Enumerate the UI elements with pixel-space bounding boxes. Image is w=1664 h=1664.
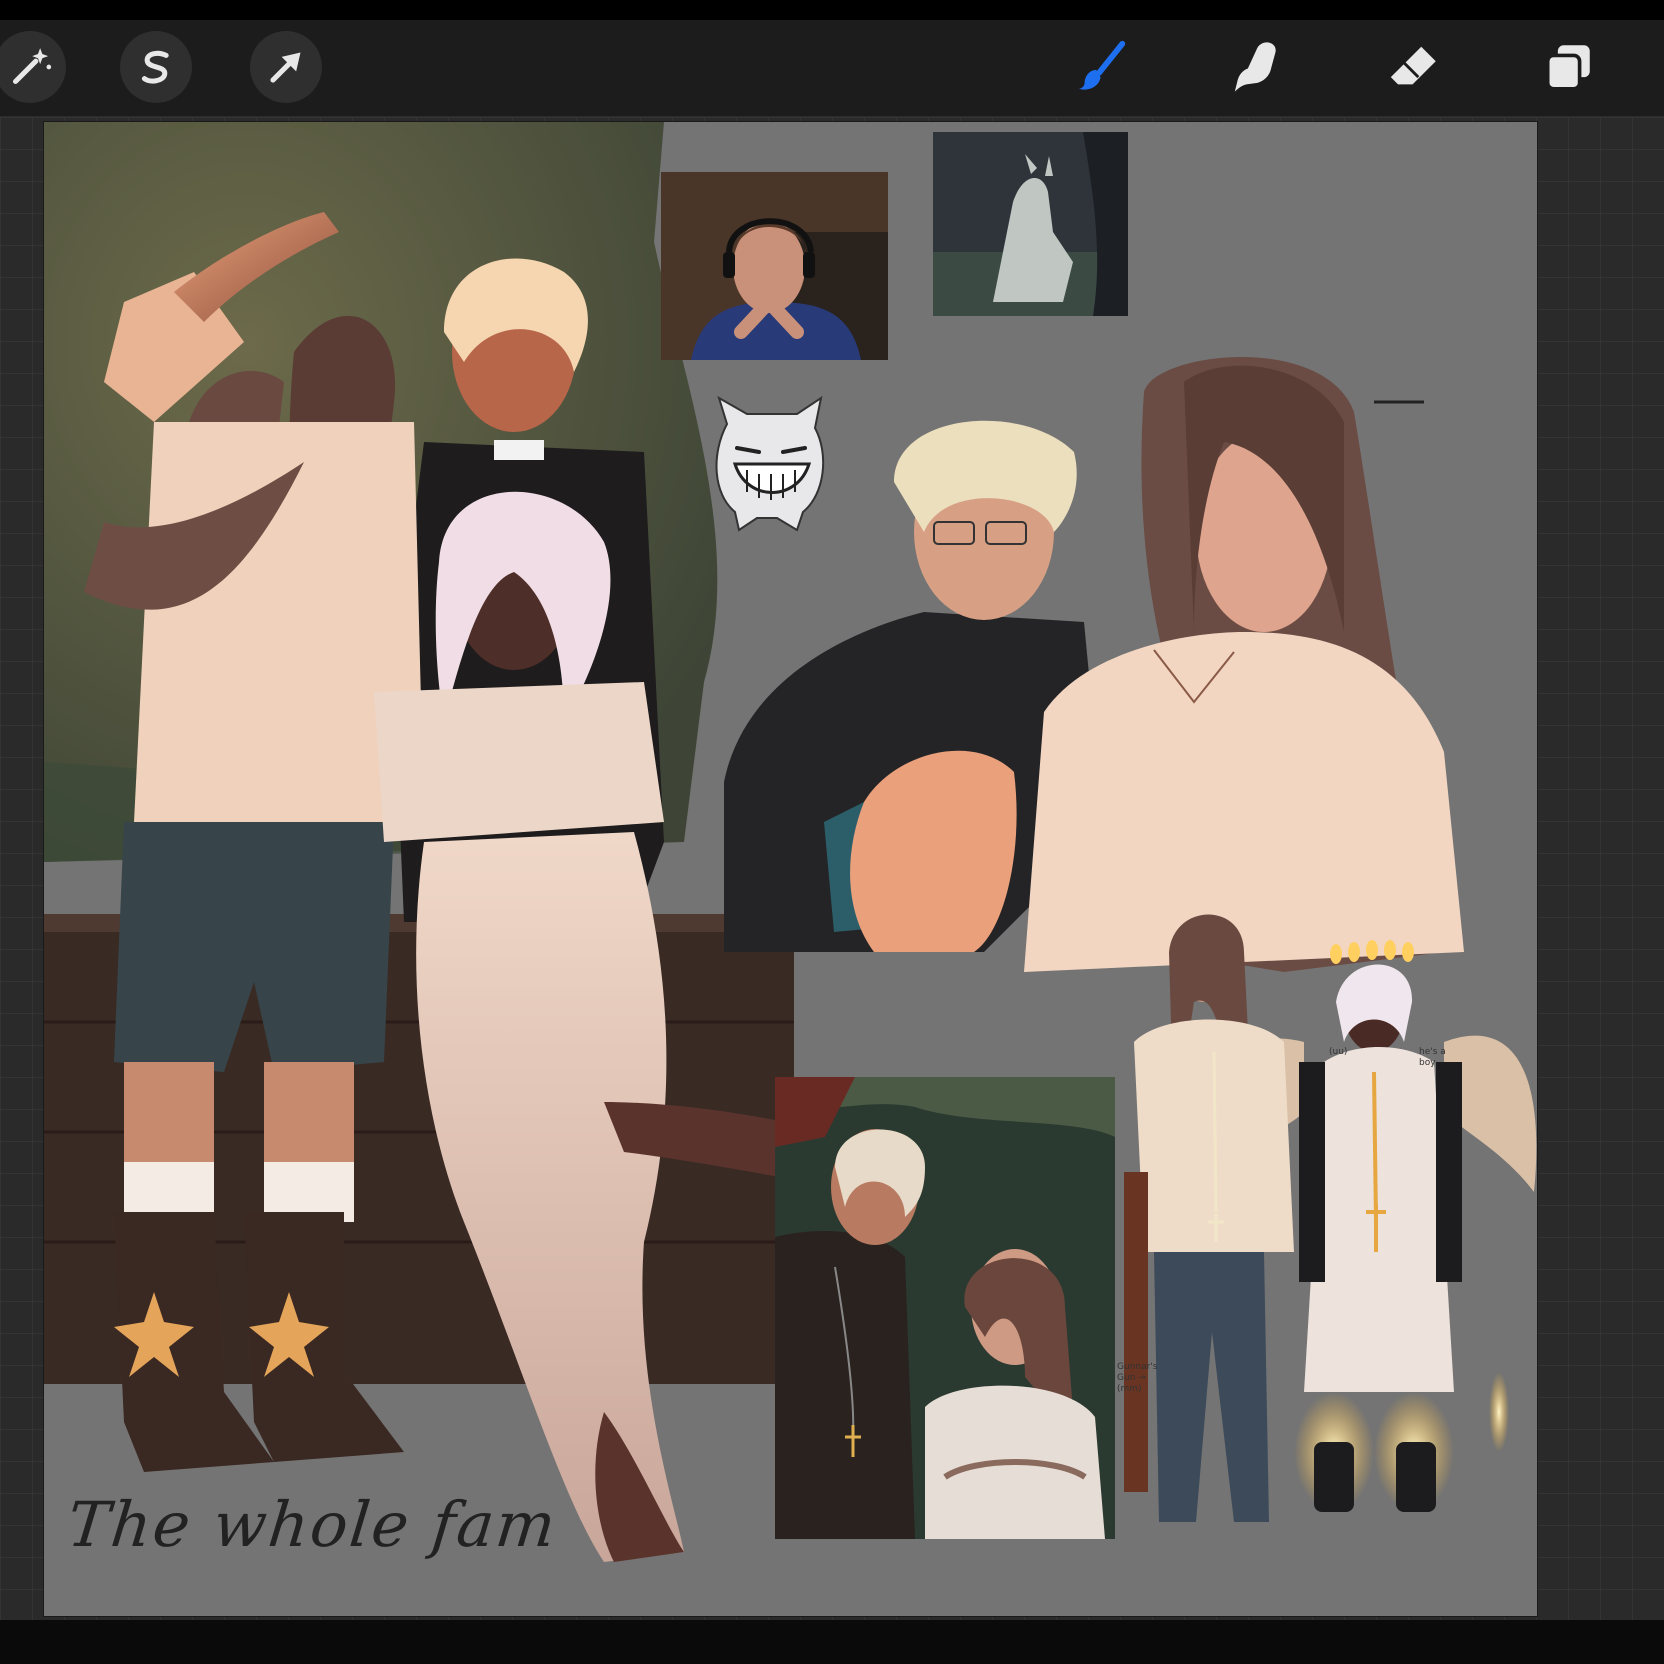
adjustments-button[interactable] [0, 31, 66, 103]
canvas-caption: The whole fam [64, 1488, 561, 1561]
eraser-icon [1390, 46, 1436, 85]
layers-icon [1545, 45, 1590, 91]
smudge-finger-icon [1234, 42, 1276, 92]
smudge-button[interactable] [1222, 31, 1294, 103]
brush-icon [1078, 40, 1126, 90]
speech-bubble-left: (uu) [1329, 1047, 1348, 1057]
selection-button[interactable] [120, 31, 192, 103]
angel-pair-sketch [1104, 892, 1537, 1552]
layers-button[interactable] [1532, 31, 1604, 103]
status-bar [0, 0, 1664, 20]
eraser-button[interactable] [1378, 31, 1450, 103]
drawing-canvas[interactable]: Gunnar's Gun → (mm) (uu) he's a boy The … [44, 122, 1537, 1616]
procreate-toolbar [0, 20, 1664, 117]
forest-scene-panel [775, 1077, 1115, 1539]
speech-bubble-right: he's a boy [1419, 1047, 1446, 1068]
bottom-bar [0, 1620, 1664, 1664]
arrow-cursor-icon [270, 52, 301, 83]
brush-button[interactable] [1066, 31, 1138, 103]
selection-s-icon [141, 50, 169, 84]
transform-button[interactable] [250, 31, 322, 103]
gun-note: Gunnar's Gun → (mm) [1117, 1362, 1158, 1394]
magic-wand-icon [12, 48, 52, 85]
